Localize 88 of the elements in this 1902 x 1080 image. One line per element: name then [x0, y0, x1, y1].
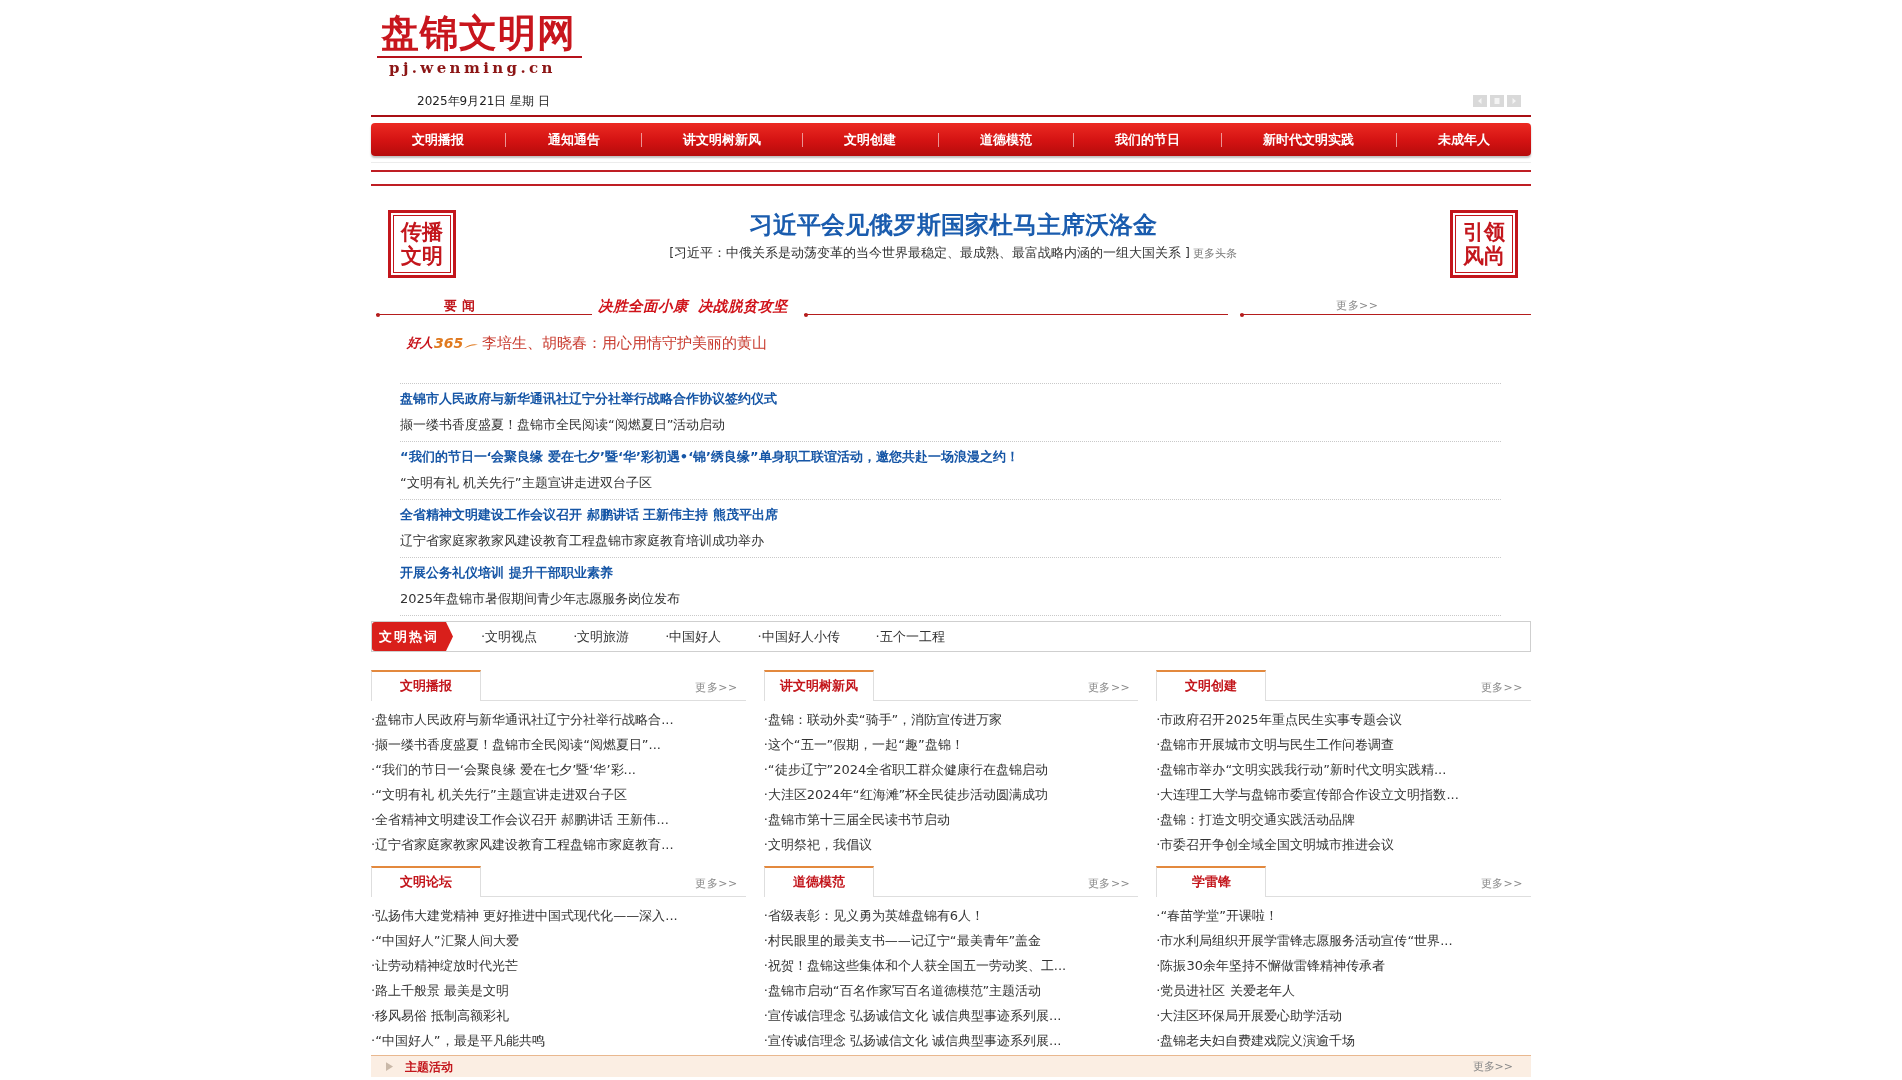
news-title-link[interactable]: 全省精神文明建设工作会议召开 郝鹏讲话 王新伟主持 熊茂平出席: [400, 505, 778, 525]
news-title-link[interactable]: 盘锦市人民政府与新华通讯社辽宁分社举行战略合作协议签约仪式: [400, 389, 777, 409]
section-heading: 要 闻: [444, 298, 475, 314]
nav-link[interactable]: 未成年人: [1396, 123, 1531, 156]
news-link[interactable]: ·市水利局组织开展学雷锋志愿服务活动宣传“世界...: [1156, 928, 1453, 953]
more-link[interactable]: 更多>>: [1480, 680, 1523, 695]
nav-link[interactable]: 通知通告: [506, 123, 641, 156]
news-link[interactable]: ·盘锦市举办“文明实践我行动”新时代文明实践精...: [1156, 757, 1447, 782]
news-link[interactable]: ·撷一缕书香度盛夏！盘锦市全民阅读“阅燃夏日”...: [371, 732, 661, 757]
nav-link[interactable]: 文明播报: [371, 123, 506, 156]
section-heading: 主题活动: [405, 1058, 453, 1076]
section-title-tab[interactable]: 道德模范: [763, 866, 874, 897]
news-link[interactable]: ·“中国好人”，最是平凡能共鸣: [371, 1028, 545, 1053]
news-link[interactable]: 撷一缕书香度盛夏！盘锦市全民阅读“阅燃夏日”活动启动: [400, 415, 726, 435]
news-link[interactable]: ·“春苗学堂”开课啦！: [1156, 903, 1278, 928]
news-link[interactable]: ·大连理工大学与盘锦市委宣传部合作设立文明指数...: [1156, 782, 1459, 807]
news-link[interactable]: 2025年盘锦市暑假期间青少年志愿服务岗位发布: [400, 589, 681, 609]
news-link[interactable]: ·宣传诚信理念 弘扬诚信文化 诚信典型事迹系列展...: [763, 1028, 1062, 1053]
nav-link[interactable]: 文明创建: [803, 123, 938, 156]
news-link[interactable]: ·大洼区环保局开展爱心助学活动: [1156, 1003, 1343, 1028]
swoosh-icon: [464, 342, 479, 350]
nav-link[interactable]: 讲文明树新风: [641, 123, 803, 156]
news-link[interactable]: ·盘锦市人民政府与新华通讯社辽宁分社举行战略合...: [371, 707, 674, 732]
more-link[interactable]: 更多>>: [1087, 680, 1131, 695]
news-link[interactable]: ·“中国好人”汇聚人间大爱: [371, 928, 519, 953]
nav-link[interactable]: 我们的节日: [1073, 123, 1222, 156]
featured-news-link[interactable]: 李培生、胡晓春：用心用情守护美丽的黄山: [482, 333, 768, 353]
site-logo-title[interactable]: 盘锦文明网: [377, 12, 582, 58]
news-link[interactable]: ·路上千般景 最美是文明: [371, 978, 510, 1003]
seal-stamp: 引领风尚: [1450, 210, 1518, 278]
section-title-tab[interactable]: 讲文明树新风: [763, 670, 874, 701]
more-link[interactable]: 更多>>: [695, 680, 738, 695]
section-title-tab[interactable]: 文明论坛: [371, 866, 481, 897]
logo-text: 好人: [407, 334, 433, 352]
news-link[interactable]: ·盘锦：联动外卖“骑手”，消防宣传进万家: [763, 707, 1003, 732]
news-link[interactable]: ·盘锦市开展城市文明与民生工作问卷调查: [1156, 732, 1395, 757]
news-link[interactable]: ·陈振30余年坚持不懈做雷锋精神传承者: [1156, 953, 1385, 978]
nav-link[interactable]: 新时代文明实践: [1222, 123, 1396, 156]
news-link[interactable]: ·“徒步辽宁”2024全省职工群众健康行在盘锦启动: [763, 757, 1049, 782]
news-link[interactable]: ·这个“五一”假期，一起“趣”盘锦！: [763, 732, 964, 757]
headline-summary: [习近平：中俄关系是动荡变革的当今世界最稳定、最成熟、最富战略内涵的一组大国关系 ]: [669, 244, 1190, 262]
news-link[interactable]: ·党员进社区 关爱老年人: [1156, 978, 1295, 1003]
news-link[interactable]: ·弘扬伟大建党精神 更好推进中国式现代化——深入...: [371, 903, 678, 928]
news-link[interactable]: ·市政府召开2025年重点民生实事专题会议: [1156, 707, 1402, 732]
hot-word-link[interactable]: ·文明旅游: [573, 627, 630, 646]
slogan-text: 决胜全面小康 决战脱贫攻坚: [598, 297, 789, 315]
hot-word-link[interactable]: ·文明视点: [481, 627, 538, 646]
news-link[interactable]: ·市委召开争创全域全国文明城市推进会议: [1156, 832, 1395, 857]
seal-stamp: 传播文明: [388, 210, 456, 278]
news-link[interactable]: ·祝贺！盘锦这些集体和个人获全国五一劳动奖、工...: [763, 953, 1067, 978]
section-title-tab[interactable]: 学雷锋: [1156, 866, 1267, 897]
news-link[interactable]: ·辽宁省家庭家教家风建设教育工程盘锦市家庭教育...: [371, 832, 674, 857]
news-link[interactable]: ·让劳动精神绽放时代光芒: [371, 953, 519, 978]
news-title-link[interactable]: 开展公务礼仪培训 提升干部职业素养: [400, 563, 613, 583]
news-link[interactable]: ·全省精神文明建设工作会议召开 郝鹏讲话 王新伟...: [371, 807, 669, 832]
section-title-tab[interactable]: 文明创建: [1156, 670, 1267, 701]
more-headlines-link[interactable]: 更多头条: [1192, 245, 1237, 263]
triangle-icon: [386, 1062, 393, 1071]
news-link[interactable]: ·省级表彰：见义勇为英雄盘锦有6人！: [763, 903, 985, 928]
site-logo-domain: pj.wenming.cn: [389, 58, 556, 78]
more-link[interactable]: 更多>>: [1087, 876, 1131, 891]
news-link[interactable]: “文明有礼 机关先行”主题宣讲走进双台子区: [400, 473, 652, 493]
news-link[interactable]: ·村民眼里的最美支书——记辽宁“最美青年”盖金: [763, 928, 1042, 953]
logo-number: 365: [434, 334, 464, 352]
news-link[interactable]: ·盘锦市启动“百名作家写百名道德模范”主题活动: [763, 978, 1042, 1003]
news-title-link[interactable]: “我们的节日一‘会聚良缘 爱在七夕’暨‘华’彩初遇•‘锦’绣良缘”单身职工联谊活动，邀您共赴一场浪漫之约！: [400, 447, 1019, 467]
news-link[interactable]: ·盘锦老夫妇自费建戏院义演逾千场: [1156, 1028, 1356, 1053]
nav-link[interactable]: 道德模范: [938, 123, 1073, 156]
more-link[interactable]: 更多>>: [1336, 298, 1379, 313]
headline-link[interactable]: 习近平会见俄罗斯国家杜马主席沃洛金: [749, 210, 1157, 240]
news-link[interactable]: ·宣传诚信理念 弘扬诚信文化 诚信典型事迹系列展...: [763, 1003, 1062, 1028]
hot-word-link[interactable]: ·五个一工程: [875, 627, 945, 646]
hot-word-link[interactable]: ·中国好人: [665, 627, 722, 646]
section-title-tab[interactable]: 文明播报: [371, 670, 481, 701]
more-link[interactable]: 更多>>: [695, 876, 738, 891]
news-link[interactable]: ·文明祭祀，我倡议: [763, 832, 872, 857]
square-icon[interactable]: [1490, 95, 1504, 107]
news-link[interactable]: ·大洼区2024年“红海滩”杯全民徒步活动圆满成功: [763, 782, 1049, 807]
news-link[interactable]: ·盘锦市第十三届全民读书节启动: [763, 807, 950, 832]
date-text: 2025年9月21日 星期 日: [417, 92, 551, 110]
hot-words-label: 文明热词: [372, 622, 453, 651]
hot-word-link[interactable]: ·中国好人小传: [757, 627, 840, 646]
news-link[interactable]: ·盘锦：打造文明交通实践活动品牌: [1156, 807, 1356, 832]
news-link[interactable]: ·移风易俗 抵制高额彩礼: [371, 1003, 510, 1028]
news-link[interactable]: ·“我们的节日一‘会聚良缘 爱在七夕’暨‘华’彩...: [371, 757, 636, 782]
news-link[interactable]: ·“文明有礼 机关先行”主题宣讲走进双台子区: [371, 782, 627, 807]
more-link[interactable]: 更多>>: [1480, 876, 1523, 891]
news-link[interactable]: 辽宁省家庭家教家风建设教育工程盘锦市家庭教育培训成功举办: [400, 531, 764, 551]
